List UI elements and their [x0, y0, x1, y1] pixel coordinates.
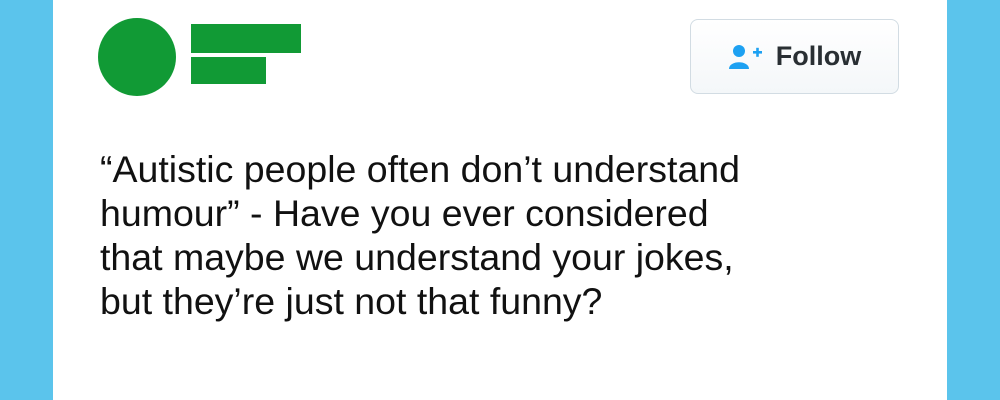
avatar-bar-top-shape: [191, 24, 301, 53]
page-background: Follow “Autistic people often don’t unde…: [0, 0, 1000, 400]
avatar[interactable]: [98, 0, 318, 110]
avatar-bar-bottom-shape: [191, 57, 266, 84]
follow-button-label: Follow: [775, 41, 862, 71]
follow-button[interactable]: Follow: [690, 19, 899, 94]
add-user-icon: [728, 43, 766, 71]
tweet-card: Follow “Autistic people often don’t unde…: [53, 0, 947, 400]
avatar-circle-shape: [98, 18, 176, 96]
tweet-text: “Autistic people often don’t understand …: [100, 148, 741, 322]
